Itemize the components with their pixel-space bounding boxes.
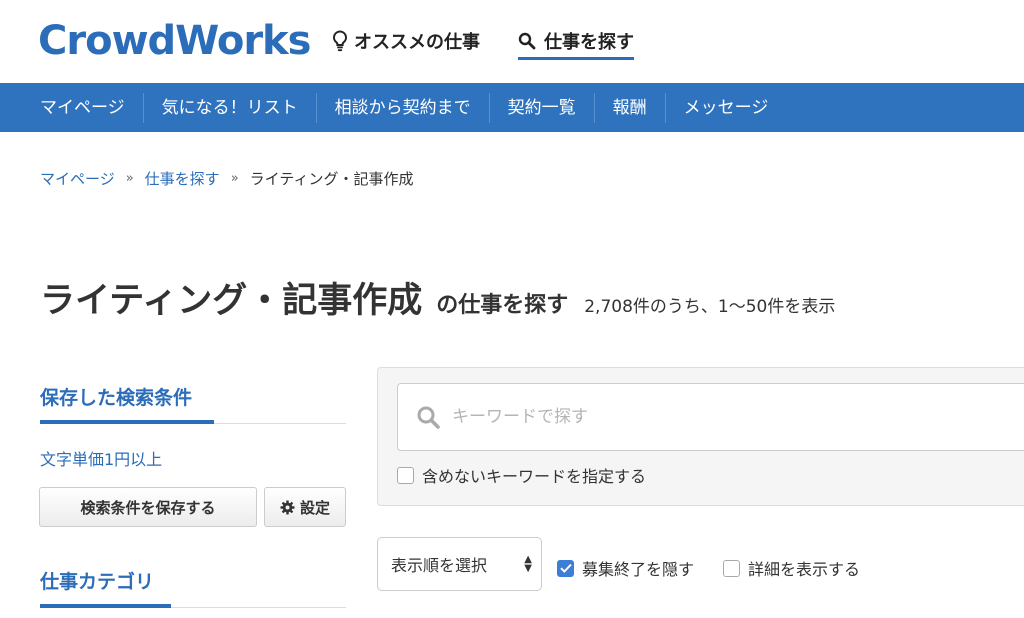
page-title-row: ライティング・記事作成 の仕事を探す 2,708件のうち、1〜50件を表示 bbox=[40, 272, 835, 323]
saved-search-underline bbox=[40, 420, 214, 424]
main-nav: マイページ 気になる！リスト 相談から契約まで 契約一覧 報酬 メッセージ bbox=[0, 83, 1024, 132]
gear-icon bbox=[280, 499, 295, 515]
breadcrumb-find-jobs[interactable]: 仕事を探す bbox=[145, 168, 220, 189]
nav-item-messages[interactable]: メッセージ bbox=[666, 93, 787, 123]
lightbulb-icon bbox=[333, 30, 347, 52]
find-jobs-label: 仕事を探す bbox=[544, 32, 634, 53]
saved-search-heading: 保存した検索条件 bbox=[40, 387, 193, 409]
keyword-input[interactable] bbox=[452, 407, 952, 427]
nav-item-rewards[interactable]: 報酬 bbox=[595, 92, 666, 123]
exclude-keyword-option[interactable]: 含めないキーワードを指定する bbox=[397, 463, 646, 487]
breadcrumb: マイページ » 仕事を探す » ライティング・記事作成 bbox=[40, 168, 413, 189]
result-count: 2,708件のうち、1〜50件を表示 bbox=[584, 297, 836, 317]
exclude-keyword-checkbox[interactable] bbox=[397, 466, 414, 484]
breadcrumb-current: ライティング・記事作成 bbox=[249, 170, 414, 188]
settings-label: 設定 bbox=[299, 498, 330, 517]
keyword-search-box[interactable] bbox=[397, 383, 1024, 451]
nav-item-favorites[interactable]: 気になる！リスト bbox=[144, 92, 317, 123]
sort-order-value: 表示順を選択 bbox=[391, 556, 488, 575]
recommended-jobs-link[interactable]: オススメの仕事 bbox=[332, 28, 480, 54]
hide-closed-label: 募集終了を隠す bbox=[582, 560, 695, 579]
nav-item-mypage[interactable]: マイページ bbox=[22, 92, 144, 123]
settings-button[interactable]: 設定 bbox=[264, 487, 346, 527]
save-search-label: 検索条件を保存する bbox=[80, 498, 216, 517]
page-title: ライティング・記事作成 bbox=[40, 281, 423, 321]
search-icon bbox=[417, 406, 440, 429]
show-details-checkbox[interactable] bbox=[723, 559, 740, 577]
recommended-jobs-label: オススメの仕事 bbox=[354, 32, 480, 53]
hide-closed-checkbox[interactable] bbox=[557, 559, 574, 577]
breadcrumb-mypage[interactable]: マイページ bbox=[40, 168, 115, 189]
page-subtitle: の仕事を探す bbox=[436, 293, 569, 318]
breadcrumb-separator: » bbox=[125, 171, 134, 186]
show-details-option[interactable]: 詳細を表示する bbox=[723, 556, 860, 580]
search-panel: 含めないキーワードを指定する bbox=[377, 367, 1024, 506]
checkmark-icon bbox=[559, 563, 572, 573]
saved-condition-link[interactable]: 文字単価1円以上 bbox=[40, 446, 162, 470]
site-header: CrowdWorks オススメの仕事 仕事を探す bbox=[0, 0, 1024, 83]
crowdworks-logo[interactable]: CrowdWorks bbox=[38, 18, 311, 64]
breadcrumb-separator: » bbox=[230, 171, 239, 186]
save-search-button[interactable]: 検索条件を保存する bbox=[39, 487, 257, 527]
sort-order-select[interactable]: 表示順を選択 ▲ ▼ bbox=[377, 537, 542, 591]
nav-item-consult-to-contract[interactable]: 相談から契約まで bbox=[317, 92, 490, 123]
find-jobs-link[interactable]: 仕事を探す bbox=[518, 28, 634, 60]
nav-item-contracts[interactable]: 契約一覧 bbox=[490, 92, 595, 123]
search-icon bbox=[518, 32, 536, 50]
select-arrows-icon: ▲ ▼ bbox=[524, 554, 532, 574]
job-category-underline bbox=[40, 604, 171, 608]
exclude-keyword-label: 含めないキーワードを指定する bbox=[422, 467, 647, 486]
hide-closed-option[interactable]: 募集終了を隠す bbox=[557, 556, 694, 580]
show-details-label: 詳細を表示する bbox=[748, 560, 861, 579]
job-category-heading: 仕事カテゴリ bbox=[40, 571, 155, 593]
